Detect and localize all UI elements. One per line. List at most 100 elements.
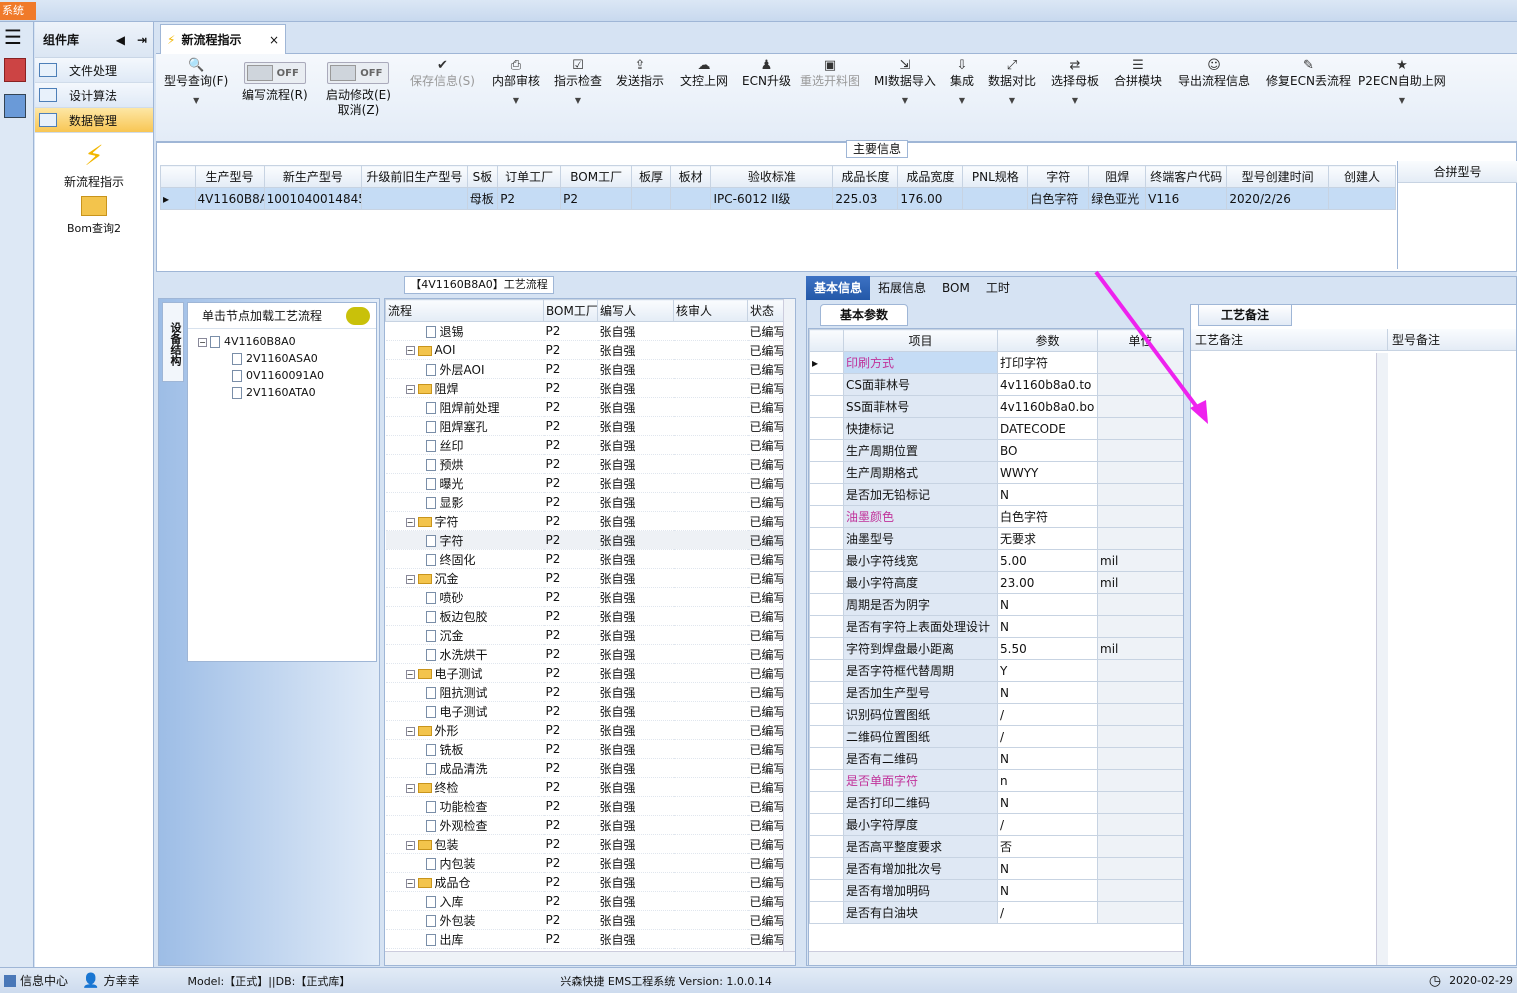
column-header[interactable]: 创建人 (1327, 165, 1397, 188)
param-value-cell[interactable]: n (997, 769, 1098, 792)
table-row[interactable]: 功能检查 P2 张自强 已编写 (385, 796, 786, 816)
column-header[interactable]: PNL规格 (962, 165, 1029, 188)
param-value-cell[interactable]: Y (997, 659, 1098, 682)
column-header[interactable]: 阻焊 (1088, 165, 1147, 188)
table-row[interactable]: 是否有白油块 / (809, 901, 1183, 924)
chevron-down-icon[interactable]: ▼ (874, 93, 936, 108)
collapse-icon[interactable]: − (405, 726, 415, 736)
param-value-cell[interactable]: 白色字符 (997, 505, 1098, 528)
detail-tab[interactable]: 拓展信息 (870, 276, 934, 300)
horizontal-scrollbar[interactable] (809, 951, 1183, 965)
collapse-icon[interactable]: − (405, 384, 415, 394)
collapse-icon[interactable]: − (405, 669, 415, 679)
edit-flow-toggle[interactable]: OFF 编写流程(R) (242, 62, 308, 103)
tree-node[interactable]: 2V1160ASA0 (188, 348, 376, 365)
table-row[interactable]: 水洗烘干 P2 张自强 已编写 (385, 644, 786, 664)
column-header[interactable]: 生产型号 (194, 165, 265, 188)
table-row[interactable]: 周期是否为阴字 N (809, 593, 1183, 616)
column-header[interactable]: 成品宽度 (897, 165, 964, 188)
detail-tab[interactable]: 工时 (978, 276, 1018, 300)
table-row[interactable]: 丝印 P2 张自强 已编写 (385, 435, 786, 455)
select-master-button[interactable]: ⇄ 选择母板 ▼ (1051, 58, 1099, 108)
param-value-cell[interactable]: 无要求 (997, 527, 1098, 550)
data-compare-button[interactable]: ⤢ 数据对比 ▼ (988, 58, 1036, 108)
param-value-cell[interactable]: BO (997, 439, 1098, 462)
sidebar-item-algo[interactable]: 设计算法 (35, 83, 153, 108)
param-value-cell[interactable]: / (997, 725, 1098, 748)
table-row[interactable]: 外包装 P2 张自强 已编写 (385, 910, 786, 930)
collapse-icon[interactable]: − (405, 574, 415, 584)
tab-new-flow[interactable]: ⚡ 新流程指示 × (160, 24, 286, 54)
tile-new-flow[interactable]: ⚡ 新流程指示 (35, 139, 153, 190)
table-row[interactable]: 退锡 P2 张自强 已编写 (385, 321, 786, 341)
merge-module-button[interactable]: ☰ 合拼模块 (1114, 58, 1162, 89)
table-row[interactable]: 电子测试 P2 张自强 已编写 (385, 701, 786, 721)
column-header[interactable]: 编写人 (597, 299, 674, 322)
model-query-button[interactable]: 🔍 型号查询(F) ▼ (164, 58, 228, 108)
column-header[interactable]: 项目 (843, 329, 998, 352)
column-header[interactable]: 新生产型号 (263, 165, 363, 188)
chevron-down-icon[interactable]: ▼ (950, 93, 974, 108)
chevron-down-icon[interactable]: ▼ (492, 93, 540, 108)
collapse-icon[interactable]: − (405, 840, 415, 850)
column-header[interactable]: BOM工厂 (560, 165, 633, 188)
integrate-button[interactable]: ⇩ 集成 ▼ (950, 58, 974, 108)
param-value-cell[interactable]: DATECODE (997, 417, 1098, 440)
table-row[interactable]: 板边包胶 P2 张自强 已编写 (385, 606, 786, 626)
vertical-scrollbar[interactable] (1376, 353, 1388, 965)
table-row[interactable]: 终固化 P2 张自强 已编写 (385, 549, 786, 569)
calc-icon[interactable] (4, 94, 26, 118)
p2ecn-auto-button[interactable]: ★ P2ECN自助上网 ▼ (1358, 58, 1446, 108)
collapse-icon[interactable]: − (198, 337, 207, 347)
table-row[interactable]: 字符 P2 张自强 已编写 (385, 530, 786, 550)
table-row[interactable]: 内包装 P2 张自强 已编写 (385, 853, 786, 873)
table-row[interactable]: 阻抗测试 P2 张自强 已编写 (385, 682, 786, 702)
table-row[interactable]: 生产周期位置 BO (809, 439, 1183, 462)
export-flow-button[interactable]: ☺ 导出流程信息 (1178, 58, 1250, 89)
sidebar-item-file[interactable]: 文件处理 (35, 58, 153, 83)
column-header[interactable]: 订单工厂 (497, 165, 562, 188)
table-row[interactable]: − 终检 P2 张自强 已编写 (385, 777, 786, 797)
collapse-left-icon[interactable]: ◀ (116, 33, 125, 47)
param-value-cell[interactable]: 4v1160b8a0.to (997, 373, 1098, 396)
param-value-cell[interactable]: 打印字符 (997, 351, 1098, 374)
toggle-switch[interactable]: OFF (243, 62, 306, 84)
column-header[interactable]: 验收标准 (710, 165, 834, 188)
param-value-cell[interactable]: 否 (997, 835, 1098, 858)
tree-node[interactable]: 2V1160ATA0 (188, 382, 376, 399)
system-corner-tab[interactable]: 系统 (0, 2, 36, 20)
param-value-cell[interactable]: 5.50 (997, 637, 1098, 660)
instruction-check-button[interactable]: ☑ 指示检查 ▼ (554, 58, 602, 108)
table-row[interactable]: 预烘 P2 张自强 已编写 (385, 454, 786, 474)
save-info-button[interactable]: ✔ 保存信息(S) (410, 58, 475, 89)
param-value-cell[interactable]: WWYY (997, 461, 1098, 484)
table-row[interactable]: 是否有增加批次号 N (809, 857, 1183, 880)
tab-basic-params[interactable]: 基本参数 (820, 304, 908, 326)
table-row[interactable]: 铣板 P2 张自强 已编写 (385, 739, 786, 759)
table-row[interactable]: 显影 P2 张自强 已编写 (385, 492, 786, 512)
vertical-scrollbar[interactable] (783, 299, 795, 965)
table-row[interactable]: 是否加生产型号 N (809, 681, 1183, 704)
info-center-label[interactable]: 信息中心 (20, 972, 68, 989)
tree-node[interactable]: 0V1160091A0 (188, 365, 376, 382)
param-value-cell[interactable]: / (997, 813, 1098, 836)
param-value-cell[interactable]: / (997, 703, 1098, 726)
chevron-down-icon[interactable]: ▼ (554, 93, 602, 108)
table-row[interactable]: 沉金 P2 张自强 已编写 (385, 625, 786, 645)
collapse-icon[interactable]: − (405, 517, 415, 527)
table-row[interactable]: 成品清洗 P2 张自强 已编写 (385, 758, 786, 778)
table-row[interactable]: 是否有字符上表面处理设计 N (809, 615, 1183, 638)
internal-review-button[interactable]: ⎙ 内部审核 ▼ (492, 58, 540, 108)
tab-device-structure[interactable]: 设备结构 (162, 302, 184, 382)
param-value-cell[interactable]: N (997, 483, 1098, 506)
collapse-icon[interactable]: − (405, 878, 415, 888)
chevron-down-icon[interactable]: ▼ (988, 93, 1036, 108)
column-header[interactable]: 参数 (997, 329, 1098, 352)
table-row[interactable]: 识别码位置图纸 / (809, 703, 1183, 726)
horizontal-scrollbar[interactable] (385, 951, 795, 965)
speech-bubble-icon[interactable] (346, 306, 370, 325)
param-value-cell[interactable]: N (997, 681, 1098, 704)
send-instruction-button[interactable]: ⇪ 发送指示 (616, 58, 664, 89)
table-row[interactable]: − 阻焊 P2 张自强 已编写 (385, 378, 786, 398)
column-header[interactable]: 成品长度 (832, 165, 899, 188)
